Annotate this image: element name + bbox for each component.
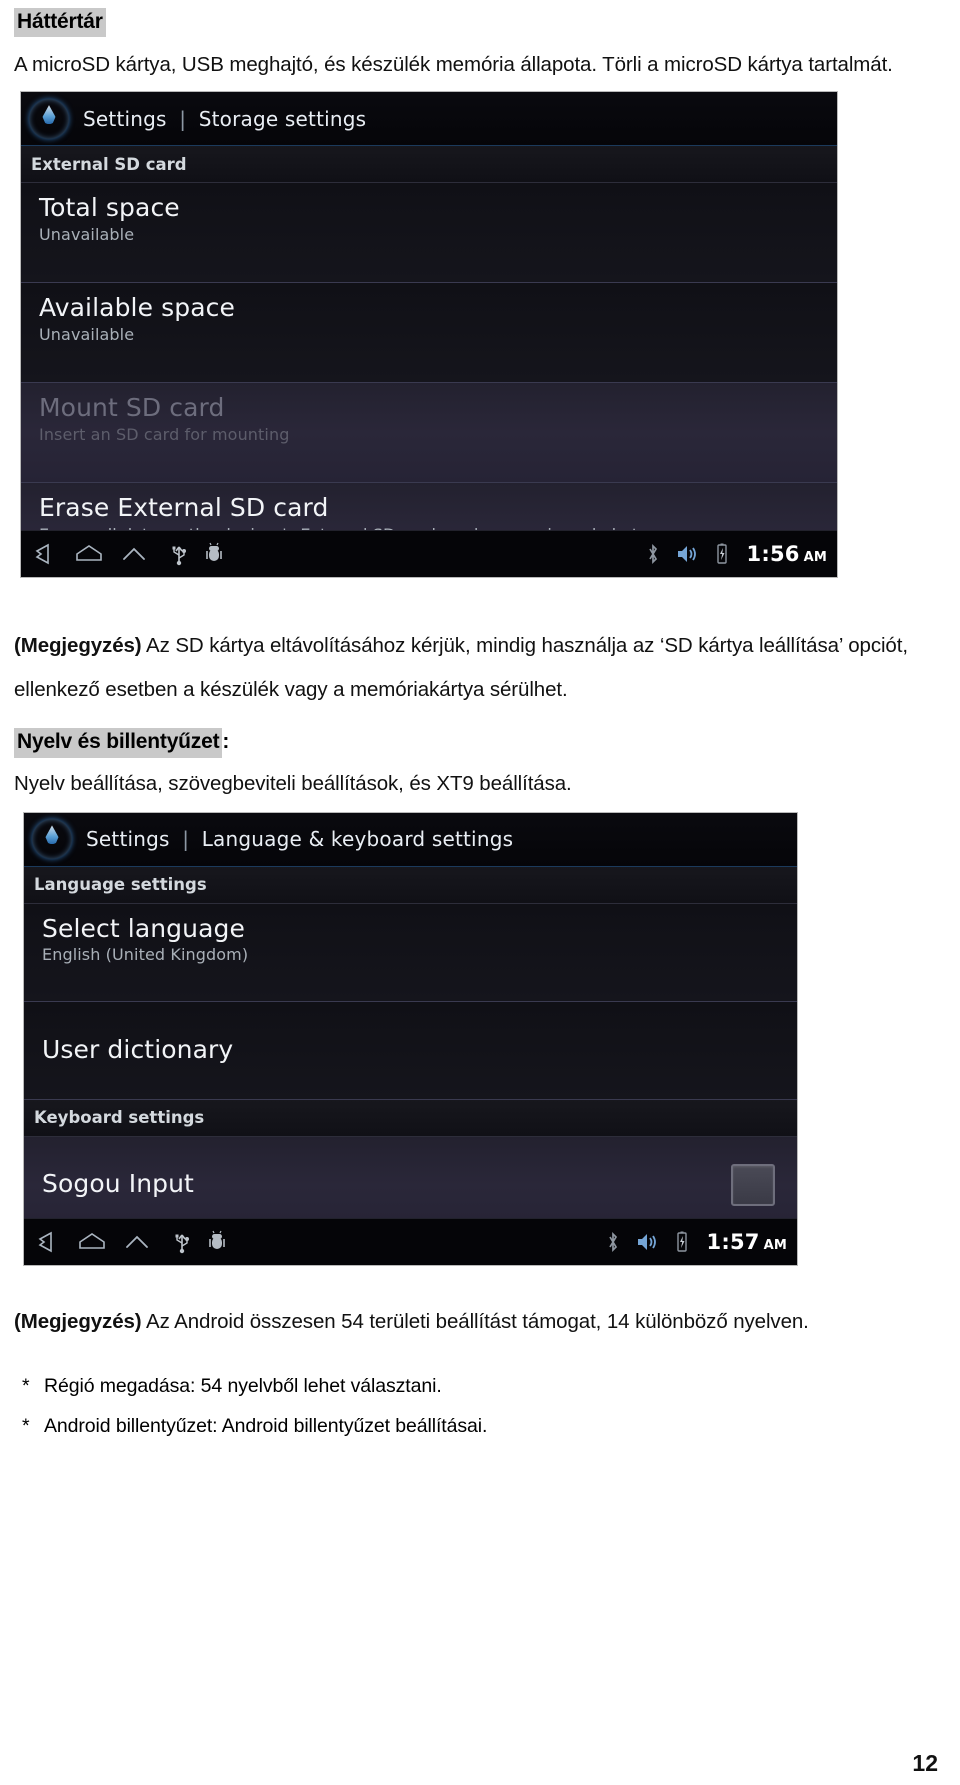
clock-time: 1:57 (706, 1229, 760, 1254)
row-select-language[interactable]: Select language English (United Kingdom) (24, 903, 797, 1002)
row-mount-sd-card-title: Mount SD card (39, 393, 225, 423)
clock-ampm: AM (763, 1237, 787, 1253)
usb-icon (173, 1230, 191, 1254)
storage-section-external-sd: External SD card (21, 146, 837, 184)
menu-icon[interactable] (124, 1232, 150, 1252)
language-subtitle: Nyelv beállítása, szövegbeviteli beállít… (14, 771, 572, 795)
row-mount-sd-card[interactable]: Mount SD card Insert an SD card for moun… (21, 383, 837, 484)
page-title: Háttértár (14, 8, 106, 38)
row-user-dictionary[interactable]: User dictionary (24, 1001, 797, 1100)
back-icon[interactable] (31, 543, 57, 565)
bullet-item-keyboard: * Android billentyűzet: Android billentyű… (14, 1406, 946, 1446)
language-title-bar: Settings | Language & keyboard settings (24, 812, 797, 867)
row-total-space[interactable]: Total space Unavailable (21, 183, 837, 284)
storage-navigation-bar: 1:56 AM (21, 530, 837, 578)
section-title-colon: : (222, 730, 230, 754)
title-separator: | (179, 106, 187, 131)
page-number: 12 (912, 1750, 938, 1776)
sogou-input-checkbox[interactable] (731, 1163, 775, 1206)
bluetooth-icon (605, 1230, 621, 1254)
bullet-item-keyboard-text: Android billentyűzet: Android billentyűz… (44, 1414, 488, 1437)
language-screen-title: Language & keyboard settings (201, 827, 514, 851)
section-title-language: Nyelv és billentyűzet (14, 728, 223, 758)
row-erase-external-sd-card-title: Erase External SD card (39, 493, 329, 523)
status-clock: 1:57 AM (707, 1230, 787, 1254)
android-debug-icon (205, 542, 223, 566)
storage-settings-screenshot: Settings | Storage settings External SD … (20, 91, 838, 579)
android-settings-icon (32, 819, 72, 859)
storage-screen-title: Storage settings (198, 106, 367, 131)
language-title-text: Settings | Language & keyboard settings (86, 827, 513, 851)
language-navigation-bar: 1:57 AM (24, 1217, 797, 1265)
note-language-label: (Megjegyzés) (14, 1309, 142, 1333)
home-icon[interactable] (74, 543, 104, 565)
row-select-language-subtitle: English (United Kingdom) (42, 945, 249, 964)
note-language-text: Az Android összesen 54 területi beállítá… (141, 1309, 809, 1333)
language-keyboard-settings-screenshot: Settings | Language & keyboard settings … (23, 811, 798, 1266)
row-available-space[interactable]: Available space Unavailable (21, 283, 837, 384)
home-icon[interactable] (77, 1231, 107, 1253)
android-settings-icon (29, 99, 69, 139)
bluetooth-icon (645, 542, 661, 566)
volume-icon (635, 1231, 661, 1253)
bullet-marker: * (22, 1374, 30, 1397)
battery-charging-icon (675, 1230, 689, 1254)
storage-title-text: Settings | Storage settings (83, 107, 366, 131)
status-clock: 1:56 AM (747, 542, 827, 566)
usb-icon (170, 542, 188, 566)
note-storage-label: (Megjegyzés) (14, 634, 142, 658)
language-section-keyboard-settings: Keyboard settings (24, 1099, 797, 1137)
row-available-space-title: Available space (39, 293, 235, 323)
bullet-marker: * (22, 1414, 30, 1437)
row-total-space-title: Total space (39, 193, 180, 223)
row-select-language-title: Select language (42, 913, 245, 943)
clock-time: 1:56 (746, 542, 800, 567)
back-icon[interactable] (34, 1231, 60, 1253)
note-storage: (Megjegyzés) Az SD kártya eltávolításáho… (14, 624, 944, 712)
android-debug-icon (208, 1230, 226, 1254)
volume-icon (675, 543, 701, 565)
note-storage-text: Az SD kártya eltávolításához kérjük, min… (14, 634, 908, 702)
row-sogou-input-toggle-title: Sogou Input (42, 1169, 194, 1199)
intro-paragraph: A microSD kártya, USB meghajtó, és készü… (14, 53, 893, 77)
storage-title-bar: Settings | Storage settings (21, 92, 837, 147)
menu-icon[interactable] (121, 544, 147, 564)
bullet-item-region: * Régió megadása: 54 nyelvből lehet válas… (14, 1366, 946, 1406)
language-app-name: Settings (86, 827, 170, 851)
language-section-language-settings: Language settings (24, 866, 797, 904)
row-mount-sd-card-subtitle: Insert an SD card for mounting (39, 424, 290, 444)
note-language: (Megjegyzés) Az Android összesen 54 terü… (14, 1300, 946, 1344)
row-user-dictionary-title: User dictionary (42, 1034, 234, 1064)
battery-charging-icon (715, 542, 729, 566)
storage-app-name: Settings (83, 106, 167, 131)
bullet-item-region-text: Régió megadása: 54 nyelvből lehet válasz… (44, 1374, 442, 1397)
row-available-space-subtitle: Unavailable (39, 324, 135, 344)
row-total-space-subtitle: Unavailable (39, 224, 135, 244)
title-separator: | (182, 827, 190, 851)
clock-ampm: AM (803, 550, 827, 566)
